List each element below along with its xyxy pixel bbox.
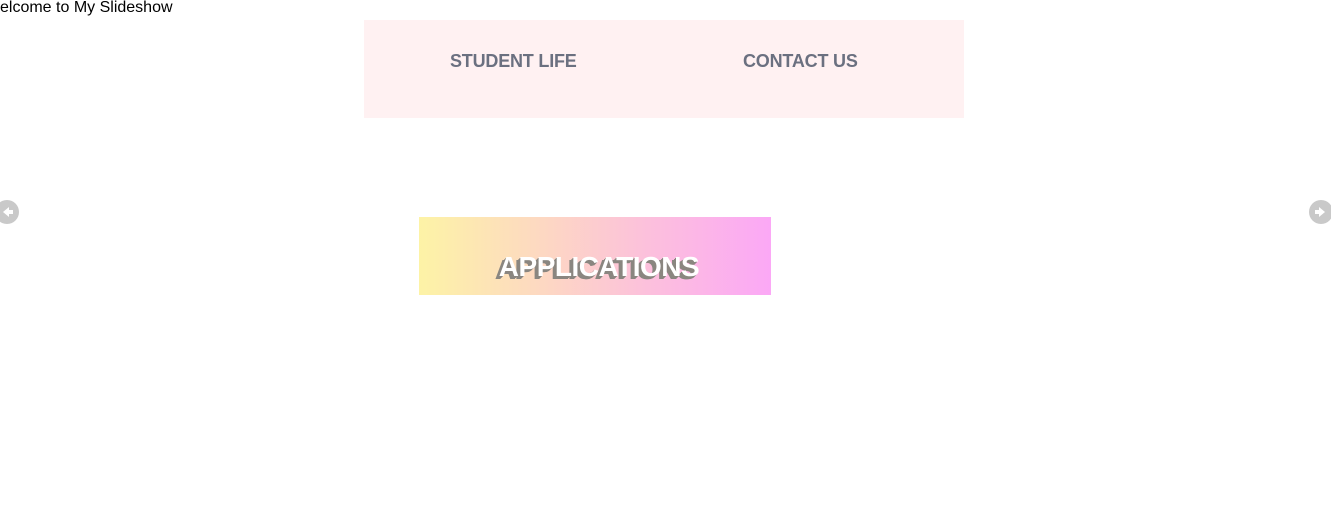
arrow-left-circle-icon	[3, 207, 13, 217]
nav-link-contact-us[interactable]: CONTACT US	[743, 51, 858, 71]
slideshow-next-button[interactable]	[1309, 200, 1331, 224]
nav-link-student-life[interactable]: STUDENT LIFE	[450, 51, 577, 71]
arrow-right-circle-icon	[1315, 207, 1325, 217]
slide-title: APPLICATIONS	[498, 251, 700, 282]
slideshow-prev-button[interactable]	[0, 200, 19, 224]
welcome-marquee: elcome to My Slideshow	[0, 0, 173, 16]
slide-banner: APPLICATIONS	[419, 217, 771, 295]
